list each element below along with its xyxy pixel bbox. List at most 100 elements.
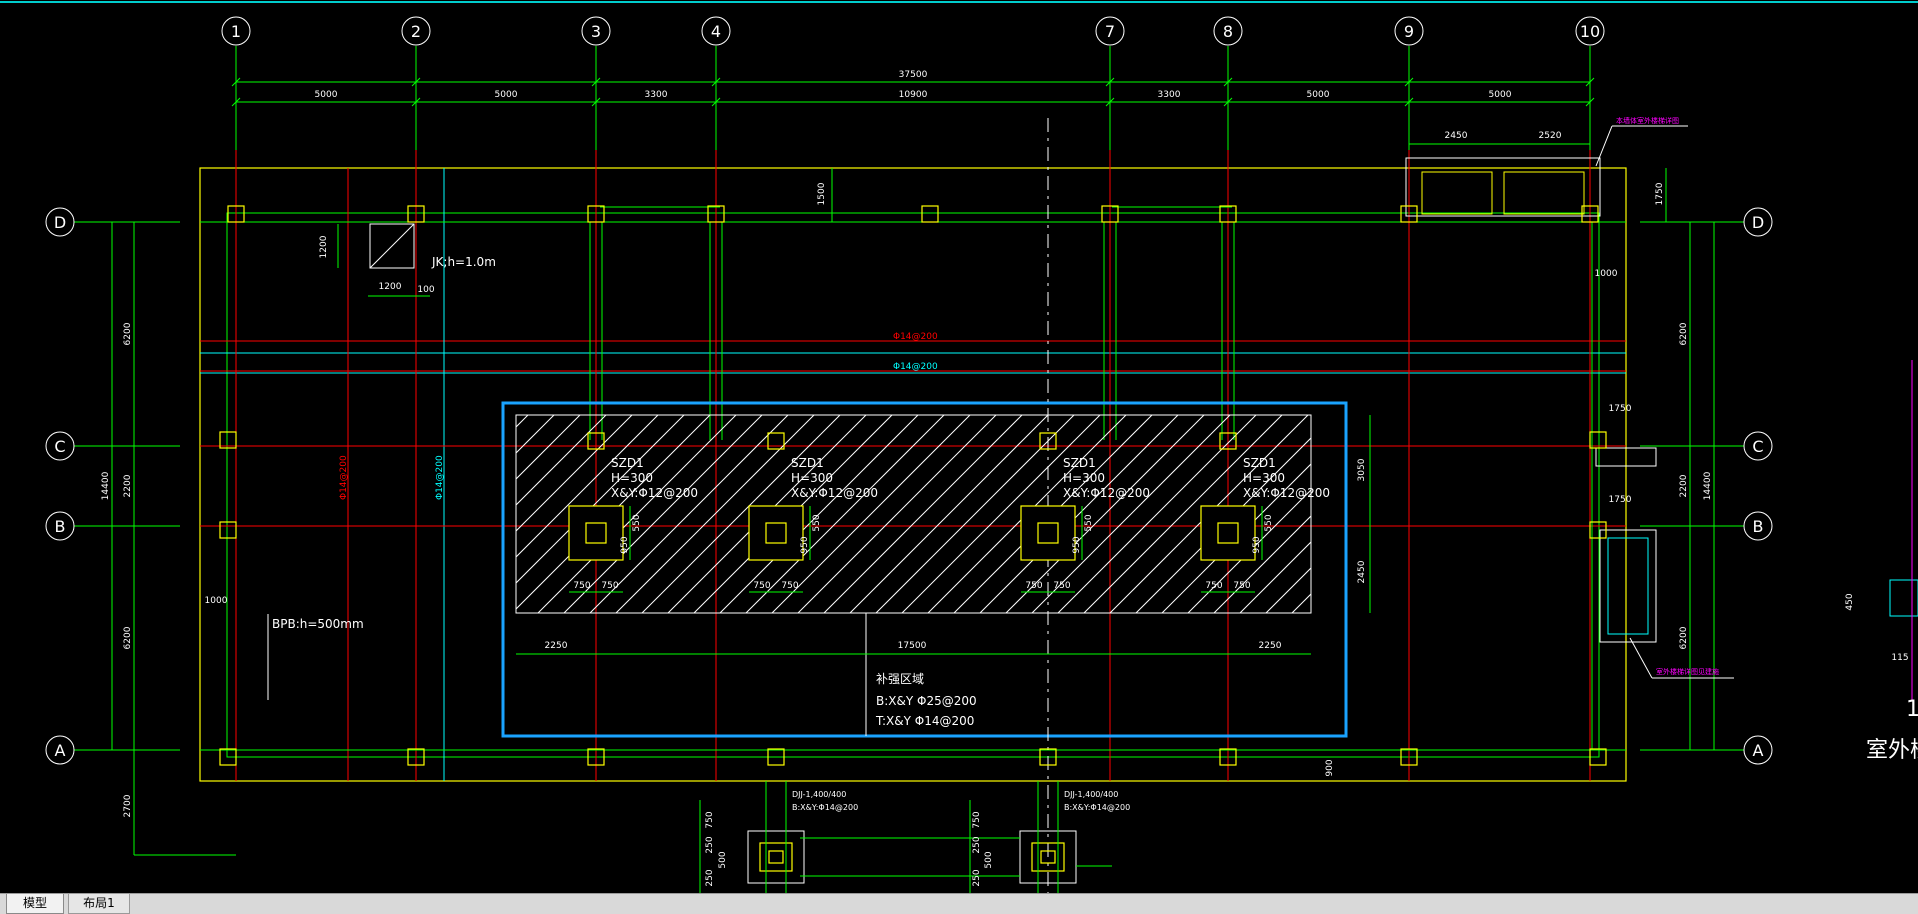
misc-dim-11: 17500 [898,641,927,651]
misc-dim-5: 1000 [1595,269,1618,279]
footing-vdim-a-1: 550 [812,514,822,531]
dim-right-seg-3: 6200 [1679,626,1689,649]
dim-left-seg-3: 2700 [123,794,133,817]
footing-dim-b-2: 750 [1053,581,1070,591]
grid-label-left-D: D [54,213,66,232]
footing-dim-b-3: 750 [1233,581,1250,591]
footing-vdim-a-2: 550 [1084,514,1094,531]
column-height-2: H=300 [1063,471,1105,485]
grid-label-right-D: D [1752,213,1764,232]
cad-drawing-canvas[interactable]: SZD1H=300X&Y:Φ12@200750 750550950SZD1H=30… [0,0,1918,893]
misc-dim-13: 2450 [1445,131,1468,141]
column-name-1: SZD1 [791,456,824,470]
grid-label-9: 9 [1404,22,1414,41]
ext-dim-left-2: 500 [718,851,728,868]
side-detail-title: 室外楼 [1866,738,1918,763]
footing-dim-a-3: 750 [1205,581,1222,591]
grid-label-8: 8 [1223,22,1233,41]
dim-right-seg-1: 6200 [1679,322,1689,345]
raft-top-rebar: T:X&Y Φ14@200 [875,714,974,728]
misc-dim-1: 1200 [319,235,329,258]
dim-right-total: 14400 [1703,471,1713,500]
footing-outer-3 [1200,505,1256,561]
foundation-1-rebar: B:X&Y:Φ14@200 [792,803,858,812]
footing-vdim-a-0: 550 [632,514,642,531]
tab-model[interactable]: 模型 [6,894,64,914]
dim-top-seg-1: 5000 [495,90,518,100]
misc-dim-10: 2250 [545,641,568,651]
misc-dim-3: 1500 [817,182,827,205]
column-name-0: SZD1 [611,456,644,470]
footing-vdim-b-0: 950 [620,536,630,553]
misc-dim-2: 100 [417,285,434,295]
footing-dim-a-2: 750 [1025,581,1042,591]
dim-right-seg-0: 1750 [1655,182,1665,205]
dim-top-seg-5: 5000 [1307,90,1330,100]
layout-tab-bar: 模型 布局1 [0,893,1918,914]
column-name-2: SZD1 [1063,456,1096,470]
tab-layout-1[interactable]: 布局1 [68,894,130,914]
misc-dim-6: 1750 [1609,404,1632,414]
footing-vdim-b-1: 950 [800,536,810,553]
rebar-label-cyan: Φ14@200 [893,362,938,372]
foundation-2-label: DJJ-1,400/400 [1064,790,1118,799]
foundation-1-label: DJJ-1,400/400 [792,790,846,799]
magenta-note-top: 本墙体室外楼梯详图 [1616,116,1679,125]
footing-dim-b-1: 750 [781,581,798,591]
rebar-label-red-vertical: Φ14@200 [339,455,349,500]
ext-dim-left-0: 750 [705,811,715,828]
grid-label-4: 4 [711,22,721,41]
misc-dim-8: 3050 [1357,458,1367,481]
rebar-label-cyan-vertical: Φ14@200 [435,455,445,500]
misc-dim-12: 2250 [1259,641,1282,651]
foundation-2-rebar: B:X&Y:Φ14@200 [1064,803,1130,812]
raft-bottom-rebar: B:X&Y Φ25@200 [876,694,977,708]
grid-label-right-C: C [1752,437,1763,456]
grid-label-10: 10 [1580,22,1600,41]
misc-dim-4: 1000 [205,596,228,606]
bpb-label: BPB:h=500mm [272,617,364,631]
grid-label-3: 3 [591,22,601,41]
column-rebar-0: X&Y:Φ12@200 [611,486,698,500]
misc-dim-15: 450 [1845,593,1855,610]
footing-dim-a-1: 750 [753,581,770,591]
footing-dim-b-0: 750 [601,581,618,591]
dim-left-seg-0: 6200 [123,322,133,345]
column-height-0: H=300 [611,471,653,485]
column-rebar-1: X&Y:Φ12@200 [791,486,878,500]
misc-dim-0: 1200 [379,282,402,292]
ext-dim-left-1: 250 [705,836,715,853]
dim-left-total: 14400 [101,471,111,500]
grid-label-left-B: B [55,517,66,536]
dim-left-seg-2: 6200 [123,626,133,649]
dim-right-seg-2: 2200 [1679,474,1689,497]
side-detail-number: 1 [1906,697,1918,722]
ext-dim-right-1: 250 [972,836,982,853]
footing-outer-2 [1020,505,1076,561]
grid-label-left-A: A [55,741,66,760]
footing-dim-a-0: 750 [573,581,590,591]
dim-left-seg-1: 2200 [123,474,133,497]
footing-vdim-a-3: 550 [1264,514,1274,531]
ext-dim-right-0: 750 [972,811,982,828]
footing-outer-0 [568,505,624,561]
magenta-note-bottom: 室外楼梯详图见建施 [1656,667,1719,676]
column-rebar-3: X&Y:Φ12@200 [1243,486,1330,500]
column-height-3: H=300 [1243,471,1285,485]
ext-dim-right-3: 250 [972,869,982,886]
misc-dim-7: 1750 [1609,495,1632,505]
misc-dim-9: 2450 [1357,560,1367,583]
footing-outer-1 [748,505,804,561]
misc-dim-16: 115 [1891,653,1908,663]
grid-label-2: 2 [411,22,421,41]
grid-label-left-C: C [54,437,65,456]
dim-right-seg-4: 900 [1325,759,1335,776]
grid-label-right-B: B [1753,517,1764,536]
raft-title: 补强区域 [876,672,924,686]
column-name-3: SZD1 [1243,456,1276,470]
rebar-label-red: Φ14@200 [893,332,938,342]
ext-dim-right-2: 500 [984,851,994,868]
footing-vdim-b-2: 950 [1072,536,1082,553]
dim-top-seg-6: 5000 [1489,90,1512,100]
dim-top-seg-2: 3300 [645,90,668,100]
